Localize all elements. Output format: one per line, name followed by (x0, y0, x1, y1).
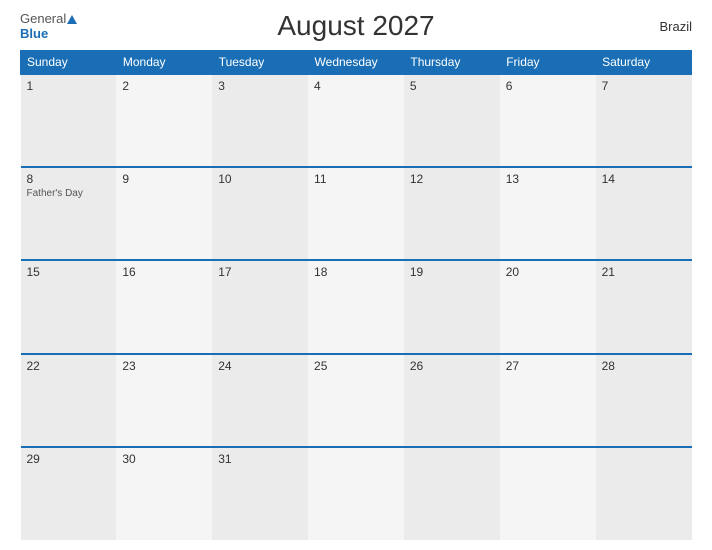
calendar-cell: 12 (404, 167, 500, 260)
calendar-cell: 8 Father's Day (21, 167, 117, 260)
day-number: 2 (122, 79, 206, 93)
weekday-header: Saturday (596, 51, 692, 75)
calendar-cell: 6 (500, 74, 596, 167)
calendar-cell (404, 447, 500, 540)
calendar-cell: 30 (116, 447, 212, 540)
calendar-cell: 3 (212, 74, 308, 167)
calendar-cell: 17 (212, 260, 308, 353)
calendar-cell: 21 (596, 260, 692, 353)
calendar-cell: 1 (21, 74, 117, 167)
calendar-cell: 4 (308, 74, 404, 167)
calendar-cell (500, 447, 596, 540)
weekday-header: Sunday (21, 51, 117, 75)
day-number: 15 (27, 265, 111, 279)
day-number: 21 (602, 265, 686, 279)
calendar-cell: 10 (212, 167, 308, 260)
calendar-cell (596, 447, 692, 540)
calendar-cell: 7 (596, 74, 692, 167)
day-number: 6 (506, 79, 590, 93)
calendar-week-row: 15 16 17 18 19 20 21 (21, 260, 692, 353)
day-number: 25 (314, 359, 398, 373)
day-number: 28 (602, 359, 686, 373)
day-number: 20 (506, 265, 590, 279)
weekday-header: Tuesday (212, 51, 308, 75)
calendar-cell: 11 (308, 167, 404, 260)
day-number: 14 (602, 172, 686, 186)
day-number: 7 (602, 79, 686, 93)
calendar-cell: 20 (500, 260, 596, 353)
day-number: 30 (122, 452, 206, 466)
weekday-header: Friday (500, 51, 596, 75)
calendar-cell: 27 (500, 354, 596, 447)
calendar-cell: 22 (21, 354, 117, 447)
day-number: 13 (506, 172, 590, 186)
logo-general-text: General (20, 11, 66, 26)
calendar-cell: 29 (21, 447, 117, 540)
calendar-table: SundayMondayTuesdayWednesdayThursdayFrid… (20, 50, 692, 540)
day-number: 17 (218, 265, 302, 279)
day-number: 8 (27, 172, 111, 186)
calendar-week-row: 29 30 31 (21, 447, 692, 540)
calendar-cell: 9 (116, 167, 212, 260)
day-number: 5 (410, 79, 494, 93)
logo-triangle-icon (67, 15, 77, 24)
calendar-cell: 19 (404, 260, 500, 353)
day-number: 26 (410, 359, 494, 373)
logo: General Blue (20, 11, 77, 41)
country-label: Brazil (659, 19, 692, 34)
day-number: 4 (314, 79, 398, 93)
day-number: 11 (314, 172, 398, 186)
weekday-header: Wednesday (308, 51, 404, 75)
calendar-body: 12345678Father's Day91011121314151617181… (21, 74, 692, 540)
calendar-cell: 13 (500, 167, 596, 260)
day-number: 29 (27, 452, 111, 466)
day-number: 24 (218, 359, 302, 373)
day-number: 22 (27, 359, 111, 373)
calendar-cell (308, 447, 404, 540)
calendar-week-row: 22 23 24 25 26 27 28 (21, 354, 692, 447)
calendar-header-row: SundayMondayTuesdayWednesdayThursdayFrid… (21, 51, 692, 75)
calendar-cell: 31 (212, 447, 308, 540)
weekday-header: Monday (116, 51, 212, 75)
calendar-cell: 26 (404, 354, 500, 447)
calendar-cell: 28 (596, 354, 692, 447)
weekday-header: Thursday (404, 51, 500, 75)
day-number: 1 (27, 79, 111, 93)
calendar-cell: 14 (596, 167, 692, 260)
day-number: 31 (218, 452, 302, 466)
day-number: 19 (410, 265, 494, 279)
calendar-cell: 23 (116, 354, 212, 447)
calendar-cell: 25 (308, 354, 404, 447)
calendar-cell: 5 (404, 74, 500, 167)
day-number: 9 (122, 172, 206, 186)
day-number: 3 (218, 79, 302, 93)
calendar-cell: 24 (212, 354, 308, 447)
holiday-label: Father's Day (27, 188, 111, 199)
page-title: August 2027 (277, 10, 434, 42)
day-number: 27 (506, 359, 590, 373)
calendar-cell: 18 (308, 260, 404, 353)
calendar-cell: 2 (116, 74, 212, 167)
calendar-cell: 15 (21, 260, 117, 353)
calendar-header: General Blue August 2027 Brazil (20, 10, 692, 42)
day-number: 12 (410, 172, 494, 186)
day-number: 16 (122, 265, 206, 279)
calendar-week-row: 1234567 (21, 74, 692, 167)
calendar-week-row: 8 Father's Day 9 10 11 12 13 14 (21, 167, 692, 260)
day-number: 23 (122, 359, 206, 373)
day-number: 10 (218, 172, 302, 186)
calendar-cell: 16 (116, 260, 212, 353)
logo-blue-text: Blue (20, 26, 48, 41)
day-number: 18 (314, 265, 398, 279)
